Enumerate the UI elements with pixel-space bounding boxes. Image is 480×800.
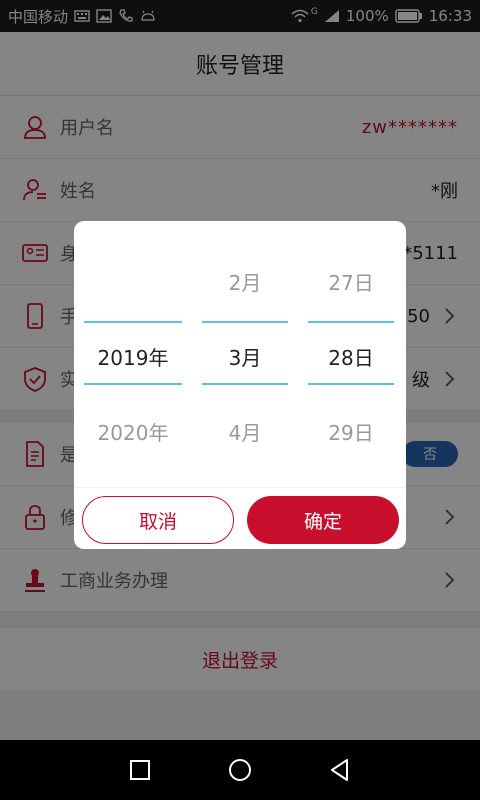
day-wheel[interactable]: 27日 28日 29日 — [308, 221, 394, 487]
cancel-button[interactable]: 取消 — [82, 496, 234, 544]
date-picker-dialog: 2019年 2020年 2月 3月 4月 27日 28日 29日 取消 确定 — [74, 221, 406, 549]
selection-line-bottom — [308, 383, 394, 385]
selection-line-top — [84, 321, 182, 323]
cancel-label: 取消 — [138, 510, 177, 533]
day-selected[interactable]: 28日 — [308, 342, 394, 371]
confirm-label: 确定 — [303, 510, 342, 533]
selection-line-bottom — [202, 383, 288, 385]
date-picker: 2019年 2020年 2月 3月 4月 27日 28日 29日 — [74, 221, 406, 487]
recent-apps-icon[interactable] — [127, 757, 153, 783]
year-option[interactable]: 2020年 — [84, 417, 182, 446]
month-wheel[interactable]: 2月 3月 4月 — [202, 221, 288, 487]
month-selected[interactable]: 3月 — [202, 342, 288, 371]
selection-line-top — [308, 321, 394, 323]
month-option[interactable]: 2月 — [202, 267, 288, 296]
year-wheel[interactable]: 2019年 2020年 — [84, 221, 182, 487]
back-icon[interactable] — [327, 757, 353, 783]
navigation-bar — [0, 740, 480, 800]
year-selected[interactable]: 2019年 — [84, 342, 182, 371]
day-option[interactable]: 29日 — [308, 417, 394, 446]
selection-line-bottom — [84, 383, 182, 385]
day-option[interactable]: 27日 — [308, 267, 394, 296]
home-icon[interactable] — [227, 757, 253, 783]
month-option[interactable]: 4月 — [202, 417, 288, 446]
dialog-actions: 取消 确定 — [74, 487, 406, 549]
selection-line-top — [202, 321, 288, 323]
confirm-button[interactable]: 确定 — [247, 496, 399, 544]
